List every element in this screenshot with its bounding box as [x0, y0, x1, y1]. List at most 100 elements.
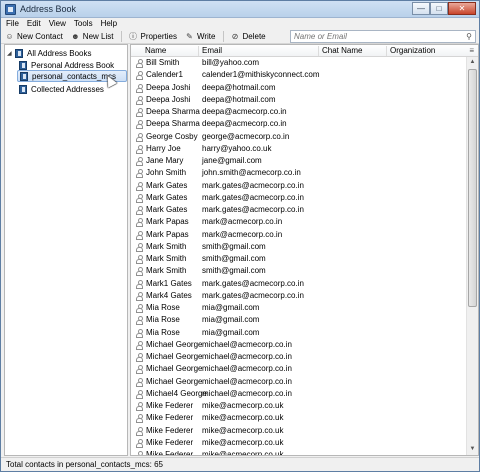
contact-name: Michael George [146, 376, 203, 386]
table-row[interactable]: Michael George michael@acmecorp.co.in [131, 363, 466, 375]
new-list-button[interactable]: ☻ New List [71, 32, 113, 41]
table-row[interactable]: Deepa Sharma deepa@acmecorp.co.in [131, 106, 466, 118]
contact-icon [136, 402, 143, 411]
contact-icon [136, 206, 143, 215]
column-name[interactable]: Name [145, 46, 166, 56]
column-email[interactable]: Email [202, 46, 222, 56]
table-row[interactable]: Mike Federer mike@acmecorp.co.uk [131, 437, 466, 449]
contact-email: john.smith@acmecorp.co.in [202, 168, 301, 178]
table-row[interactable]: George Cosby george@acmecorp.co.in [131, 131, 466, 143]
table-row[interactable]: Mark Smith smith@gmail.com [131, 241, 466, 253]
table-row[interactable]: Bill Smith bill@yahoo.com [131, 57, 466, 69]
contact-name: Michael4 George [146, 388, 207, 398]
table-row[interactable]: Mike Federer mike@acmecorp.co.uk [131, 425, 466, 437]
column-divider[interactable] [198, 46, 199, 56]
contact-name: George Cosby [146, 131, 198, 141]
contact-email: michael@acmecorp.co.in [202, 339, 292, 349]
contact-name: Mike Federer [146, 401, 194, 410]
contact-name: Deepa Sharma [146, 119, 200, 129]
table-row[interactable]: Michael4 George michael@acmecorp.co.in [131, 388, 466, 400]
menu-view[interactable]: View [49, 18, 66, 29]
menu-help[interactable]: Help [101, 18, 117, 29]
address-book-window: Address Book — □ ✕ File Edit View Tools … [0, 0, 480, 472]
contact-email: smith@gmail.com [202, 241, 266, 251]
search-box[interactable]: ⚲ [290, 30, 476, 43]
scrollbar-thumb[interactable] [468, 69, 477, 307]
table-row[interactable]: Mark Smith smith@gmail.com [131, 253, 466, 265]
contact-email: mia@gmail.com [202, 303, 260, 312]
contact-name: Mike Federer [146, 450, 194, 456]
minimize-button[interactable]: — [412, 2, 430, 15]
contact-icon [136, 267, 143, 277]
table-row[interactable]: Mia Rose mia@gmail.com [131, 327, 466, 339]
maximize-button[interactable]: □ [430, 2, 448, 15]
table-row[interactable]: Mark Papas mark@acmecorp.co.in [131, 229, 466, 241]
contact-email: mike@acmecorp.co.uk [202, 425, 284, 435]
contact-icon [136, 218, 143, 228]
contact-email: michael@acmecorp.co.in [202, 388, 292, 398]
contact-email: deepa@acmecorp.co.in [202, 107, 287, 116]
table-row[interactable]: Mark Gates mark.gates@acmecorp.co.in [131, 204, 466, 216]
contact-list-header: Name Email Chat Name Organization ≡ [131, 45, 478, 57]
contact-icon [136, 71, 143, 81]
table-row[interactable]: Michael George michael@acmecorp.co.in [131, 376, 466, 388]
tree-item-all-address-books[interactable]: ◢ All Address Books [7, 47, 91, 59]
table-row[interactable]: Mark4 Gates mark.gates@acmecorp.co.in [131, 290, 466, 302]
table-row[interactable]: Mike Federer mike@acmecorp.co.uk [131, 412, 466, 424]
contact-icon [136, 144, 143, 154]
table-row[interactable]: Deepa Joshi deepa@hotmail.com [131, 94, 466, 106]
window-title: Address Book [20, 4, 77, 14]
contact-icon [136, 438, 143, 448]
table-row[interactable]: Calender1 calender1@mithiskyconnect.com [131, 69, 466, 81]
contact-name: Jane Mary [146, 156, 184, 165]
collapse-icon[interactable]: ◢ [7, 50, 15, 57]
tree-item-collected-addresses[interactable]: Collected Addresses [19, 83, 104, 95]
contact-name: Mia Rose [146, 327, 180, 337]
table-row[interactable]: Mark Papas mark@acmecorp.co.in [131, 216, 466, 228]
contact-icon [136, 83, 143, 93]
table-row[interactable]: Mark Gates mark.gates@acmecorp.co.in [131, 180, 466, 192]
table-row[interactable]: Mark Smith smith@gmail.com [131, 265, 466, 277]
scroll-down-icon[interactable]: ▼ [467, 444, 478, 455]
column-chat-name[interactable]: Chat Name [322, 46, 362, 56]
menu-tools[interactable]: Tools [74, 18, 93, 29]
contact-email: bill@yahoo.com [202, 58, 260, 67]
write-button[interactable]: ✎ Write [185, 32, 215, 41]
table-row[interactable]: Michael George michael@acmecorp.co.in [131, 351, 466, 363]
contact-name: Mark Papas [146, 217, 189, 227]
contact-icon [136, 242, 143, 252]
contact-email: calender1@mithiskyconnect.com [202, 70, 320, 80]
search-icon[interactable]: ⚲ [466, 32, 472, 41]
close-button[interactable]: ✕ [448, 2, 476, 15]
window-controls: — □ ✕ [412, 2, 476, 15]
contact-name: Mark Papas [146, 229, 189, 239]
menu-file[interactable]: File [6, 18, 19, 29]
scroll-up-icon[interactable]: ▲ [467, 57, 478, 68]
table-row[interactable]: Mike Federer mike@acmecorp.co.uk [131, 400, 466, 412]
table-row[interactable]: Deepa Joshi deepa@hotmail.com [131, 82, 466, 94]
table-row[interactable]: Jane Mary jane@gmail.com [131, 155, 466, 167]
table-row[interactable]: Mike Federer mike@acmecorp.co.uk [131, 449, 466, 456]
contact-email: michael@acmecorp.co.in [202, 352, 292, 361]
table-row[interactable]: John Smith john.smith@acmecorp.co.in [131, 167, 466, 179]
table-row[interactable]: Mark1 Gates mark.gates@acmecorp.co.in [131, 278, 466, 290]
contact-name: Mike Federer [146, 413, 194, 423]
new-contact-button[interactable]: ☺ New Contact [5, 32, 62, 41]
table-row[interactable]: Mia Rose mia@gmail.com [131, 302, 466, 314]
table-row[interactable]: Harry Joe harry@yahoo.co.uk [131, 143, 466, 155]
delete-button[interactable]: ⊘ Delete [230, 32, 266, 41]
column-picker-icon[interactable]: ≡ [469, 46, 474, 55]
search-input[interactable] [291, 31, 461, 42]
contact-email: jane@gmail.com [202, 156, 262, 165]
table-row[interactable]: Mia Rose mia@gmail.com [131, 314, 466, 326]
column-divider[interactable] [386, 46, 387, 56]
column-organization[interactable]: Organization [390, 46, 435, 56]
table-row[interactable]: Michael George michael@acmecorp.co.in [131, 339, 466, 351]
menu-edit[interactable]: Edit [27, 18, 41, 29]
column-divider[interactable] [318, 46, 319, 56]
table-row[interactable]: Deepa Sharma deepa@acmecorp.co.in [131, 118, 466, 130]
contact-icon [136, 120, 143, 130]
properties-button[interactable]: ⓘ Properties [128, 32, 177, 41]
table-row[interactable]: Mark Gates mark.gates@acmecorp.co.in [131, 192, 466, 204]
vertical-scrollbar[interactable]: ▲ ▼ [466, 57, 478, 455]
